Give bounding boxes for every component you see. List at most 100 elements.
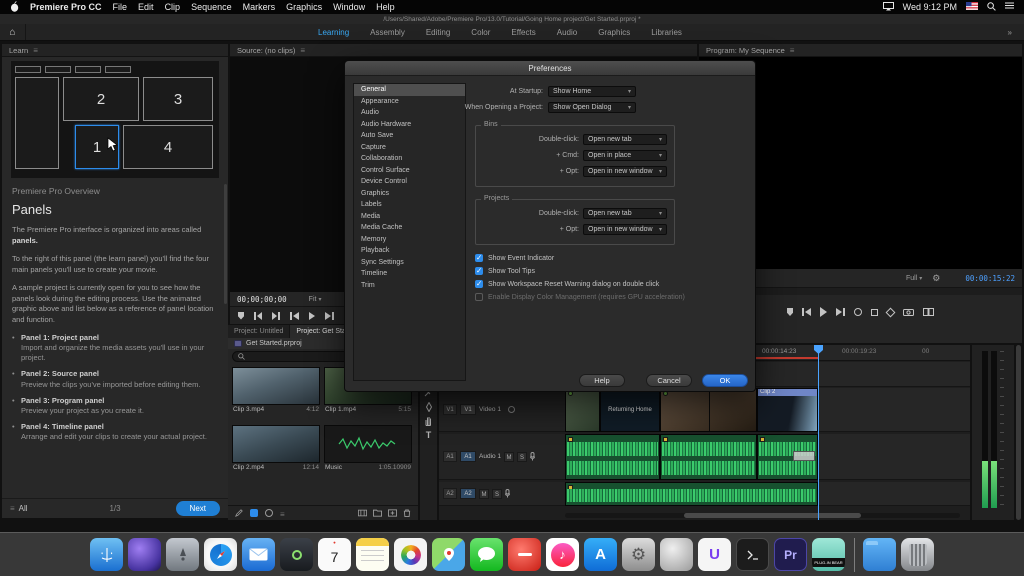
timeline-music-clip[interactable] (565, 482, 818, 506)
workspace-tab-effects[interactable]: Effects (511, 28, 535, 37)
workspace-tab-audio[interactable]: Audio (557, 28, 577, 37)
pref-category-auto-save[interactable]: Auto Save (354, 130, 465, 142)
spotlight-search-icon[interactable] (987, 1, 996, 13)
home-icon[interactable]: ⌂ (0, 24, 26, 40)
zoom-slider-handle[interactable] (265, 509, 273, 517)
type-tool[interactable]: T (423, 429, 434, 440)
ok-button[interactable]: OK (702, 374, 748, 387)
playback-resolution-select[interactable]: Full (906, 275, 922, 282)
mark-in-button[interactable] (254, 310, 262, 322)
dock-icon-u-app[interactable]: U (698, 538, 731, 571)
workspace-tab-libraries[interactable]: Libraries (651, 28, 682, 37)
menu-file[interactable]: File (113, 2, 128, 12)
menubar-clock[interactable]: Wed 9:12 PM (903, 2, 957, 12)
dock-icon-screen-time[interactable] (508, 538, 541, 571)
source-zoom-select[interactable]: Fit (309, 296, 322, 303)
loop-button[interactable] (854, 306, 862, 318)
toggle-track-output-icon[interactable] (507, 406, 515, 413)
track-header-a1[interactable]: A1 A1 Audio 1 M S (439, 434, 565, 480)
panel-menu-icon[interactable] (33, 46, 38, 55)
notification-center-icon[interactable] (1005, 2, 1014, 12)
dock-icon-maps[interactable] (432, 538, 465, 571)
pref-category-capture[interactable]: Capture (354, 142, 465, 154)
dock-icon-mail[interactable] (242, 538, 275, 571)
dock-icon-siri[interactable] (128, 538, 161, 571)
pref-category-audio-hardware[interactable]: Audio Hardware (354, 119, 465, 131)
track-badge-a1[interactable]: A1 (460, 451, 476, 462)
dock-icon-documents-folder[interactable] (863, 538, 896, 571)
help-button[interactable]: Help (579, 374, 625, 387)
audio-transition-badge[interactable] (793, 451, 815, 461)
step-back-button[interactable] (802, 306, 811, 318)
workspace-tab-graphics[interactable]: Graphics (598, 28, 630, 37)
bins-cmd-select[interactable]: Open in place (583, 150, 667, 161)
workspace-tab-assembly[interactable]: Assembly (370, 28, 405, 37)
playhead-line[interactable] (818, 345, 819, 520)
menu-graphics[interactable]: Graphics (286, 2, 322, 12)
mute-button-a2[interactable]: M (479, 488, 489, 499)
mute-button-a1[interactable]: M (504, 451, 515, 462)
voiceover-mic-icon[interactable] (530, 452, 536, 461)
dock-icon-photo-booth[interactable] (280, 538, 313, 571)
app-menu-title[interactable]: Premiere Pro CC (30, 2, 102, 12)
pref-category-device-control[interactable]: Device Control (354, 176, 465, 188)
dock-icon-dictionary[interactable] (660, 538, 693, 571)
dock-icon-plugin-bear[interactable]: PLUG-IN BEAR (812, 538, 845, 571)
sort-icons-button[interactable] (280, 504, 285, 522)
dock-icon-system-preferences[interactable]: ⚙ (622, 538, 655, 571)
audio-thumbnail[interactable] (324, 425, 412, 463)
export-frame-button[interactable] (903, 306, 914, 318)
settings-wrench-icon[interactable]: ⚙ (932, 273, 940, 284)
learn-scrollbar[interactable] (224, 184, 227, 304)
source-monitor-title[interactable]: Source: (no clips) (237, 46, 295, 55)
step-forward-button[interactable] (836, 306, 845, 318)
dock-icon-app-store[interactable]: A (584, 538, 617, 571)
dock-icon-photos[interactable] (394, 538, 427, 571)
solo-button-a1[interactable]: S (517, 451, 528, 462)
display-color-management-checkbox[interactable] (475, 293, 483, 301)
clip-thumbnail[interactable] (232, 367, 320, 405)
menu-window[interactable]: Window (333, 2, 365, 12)
show-tool-tips-checkbox[interactable] (475, 266, 483, 275)
workspace-reset-warning-checkbox[interactable] (475, 279, 483, 288)
pref-category-labels[interactable]: Labels (354, 199, 465, 211)
timeline-audio-clip[interactable] (660, 434, 757, 480)
dock-icon-safari[interactable] (204, 538, 237, 571)
panel-menu-icon[interactable] (790, 46, 795, 55)
dock-icon-trash[interactable] (901, 538, 934, 571)
pref-category-sync-settings[interactable]: Sync Settings (354, 257, 465, 269)
track-header-v1[interactable]: V1 V1 Video 1 (439, 388, 565, 432)
workspace-overflow-icon[interactable]: » (1008, 28, 1012, 37)
open-project-select[interactable]: Show Open Dialog (548, 102, 636, 113)
source-patch-v1[interactable]: V1 (443, 404, 457, 415)
input-language-flag-icon[interactable] (966, 2, 978, 12)
project-audio-card[interactable]: Music 1:05.10909 (324, 425, 412, 471)
timeline-title-clip[interactable]: Returning Home (600, 388, 660, 432)
clip-thumbnail[interactable] (232, 425, 320, 463)
track-header-a2[interactable]: A2 A2 M S (439, 482, 565, 506)
add-marker-button[interactable] (238, 310, 244, 322)
bins-opt-select[interactable]: Open in new window (583, 166, 667, 177)
workspace-tab-editing[interactable]: Editing (426, 28, 450, 37)
at-startup-select[interactable]: Show Home (548, 86, 636, 97)
mark-out-button[interactable] (272, 310, 280, 322)
track-badge-v1[interactable]: V1 (460, 404, 476, 415)
menu-clip[interactable]: Clip (165, 2, 181, 12)
cancel-button[interactable]: Cancel (646, 374, 692, 387)
pref-category-collaboration[interactable]: Collaboration (354, 153, 465, 165)
dock-icon-launchpad[interactable] (166, 538, 199, 571)
pref-category-media[interactable]: Media (354, 211, 465, 223)
timeline-video-clip[interactable] (565, 388, 600, 432)
add-marker-button[interactable] (787, 306, 793, 318)
dock-icon-finder[interactable] (90, 538, 123, 571)
airplay-icon[interactable] (882, 1, 894, 13)
automate-to-sequence-icon[interactable] (358, 509, 367, 517)
timeline-clip2[interactable]: Clip 2 (757, 388, 818, 432)
playhead-handle[interactable] (814, 345, 823, 354)
pref-category-media-cache[interactable]: Media Cache (354, 222, 465, 234)
show-event-indicator-checkbox[interactable] (475, 253, 483, 262)
workspace-tab-learning[interactable]: Learning (318, 28, 349, 37)
panel-menu-icon[interactable] (300, 46, 305, 55)
lift-button[interactable] (871, 306, 878, 318)
extract-button[interactable] (885, 306, 896, 318)
